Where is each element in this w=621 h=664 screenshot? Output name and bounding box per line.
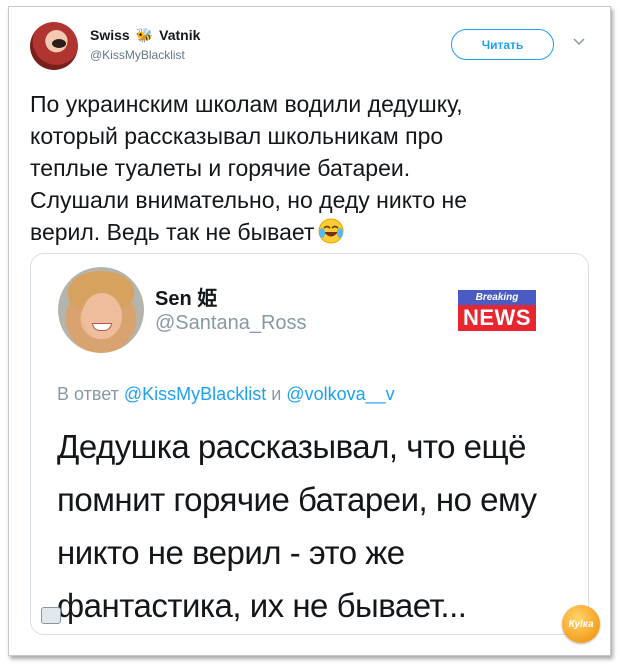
bee-icon: 🐝 bbox=[135, 27, 154, 43]
outer-author-handle[interactable]: @KissMyBlacklist bbox=[90, 48, 185, 62]
outer-author-name[interactable]: Swiss 🐝 Vatnik bbox=[90, 27, 200, 43]
outer-author-name-part1: Swiss bbox=[90, 27, 130, 43]
quoted-text-line: фантастика, их не бывает... bbox=[57, 587, 467, 624]
quoted-text-line: Дедушка рассказывал, что ещё bbox=[57, 428, 527, 465]
tweet-text-line-last: верил. Ведь так не бывает bbox=[30, 216, 590, 248]
chevron-down-icon[interactable] bbox=[572, 35, 586, 49]
quoted-text-line: помнит горячие батареи, но ему bbox=[57, 481, 537, 518]
reply-joiner: и bbox=[271, 384, 282, 404]
tweet-text-line-last-text: верил. Ведь так не бывает bbox=[30, 219, 315, 245]
tweet-text-line: теплые туалеты и горячие батареи. bbox=[30, 155, 411, 181]
reply-mention-link[interactable]: @KissMyBlacklist bbox=[124, 384, 266, 404]
tears-of-joy-emoji-icon bbox=[318, 218, 344, 244]
breaking-label: Breaking bbox=[458, 290, 536, 305]
outer-author-avatar[interactable] bbox=[30, 22, 78, 70]
quoted-tweet-text: Дедушка рассказывал, что ещё помнит горя… bbox=[57, 420, 577, 632]
watermark-logo: Куlка bbox=[562, 605, 600, 643]
quoted-text-line: никто не верил - это же bbox=[57, 534, 405, 571]
reply-prefix: В ответ bbox=[57, 384, 119, 404]
quoted-author-handle[interactable]: @Santana_Ross bbox=[155, 312, 307, 335]
breaking-news-badge: Breaking NEWS bbox=[458, 290, 536, 331]
quoted-author-name[interactable]: Sen 姫 bbox=[155, 282, 217, 311]
tweet-text-line: который рассказывал школьникам про bbox=[30, 123, 444, 149]
follow-button[interactable]: Читать bbox=[451, 29, 554, 60]
quoted-tweet-card[interactable]: Sen 姫 @Santana_Ross Breaking NEWS В отве… bbox=[30, 253, 589, 635]
news-label: NEWS bbox=[458, 305, 536, 331]
media-gallery-icon[interactable] bbox=[41, 607, 61, 624]
reply-to-line: В ответ @KissMyBlacklist и @volkova__v bbox=[57, 384, 395, 405]
tweet-text: По украинским школам водили дедушку, кот… bbox=[30, 88, 590, 248]
quoted-author-avatar[interactable] bbox=[58, 267, 144, 353]
reply-mention-link[interactable]: @volkova__v bbox=[286, 384, 394, 404]
outer-author-name-part2: Vatnik bbox=[159, 27, 201, 43]
tweet-text-line: Слушали внимательно, но деду никто не bbox=[30, 187, 467, 213]
tweet-text-line: По украинским школам водили дедушку, bbox=[30, 91, 463, 117]
